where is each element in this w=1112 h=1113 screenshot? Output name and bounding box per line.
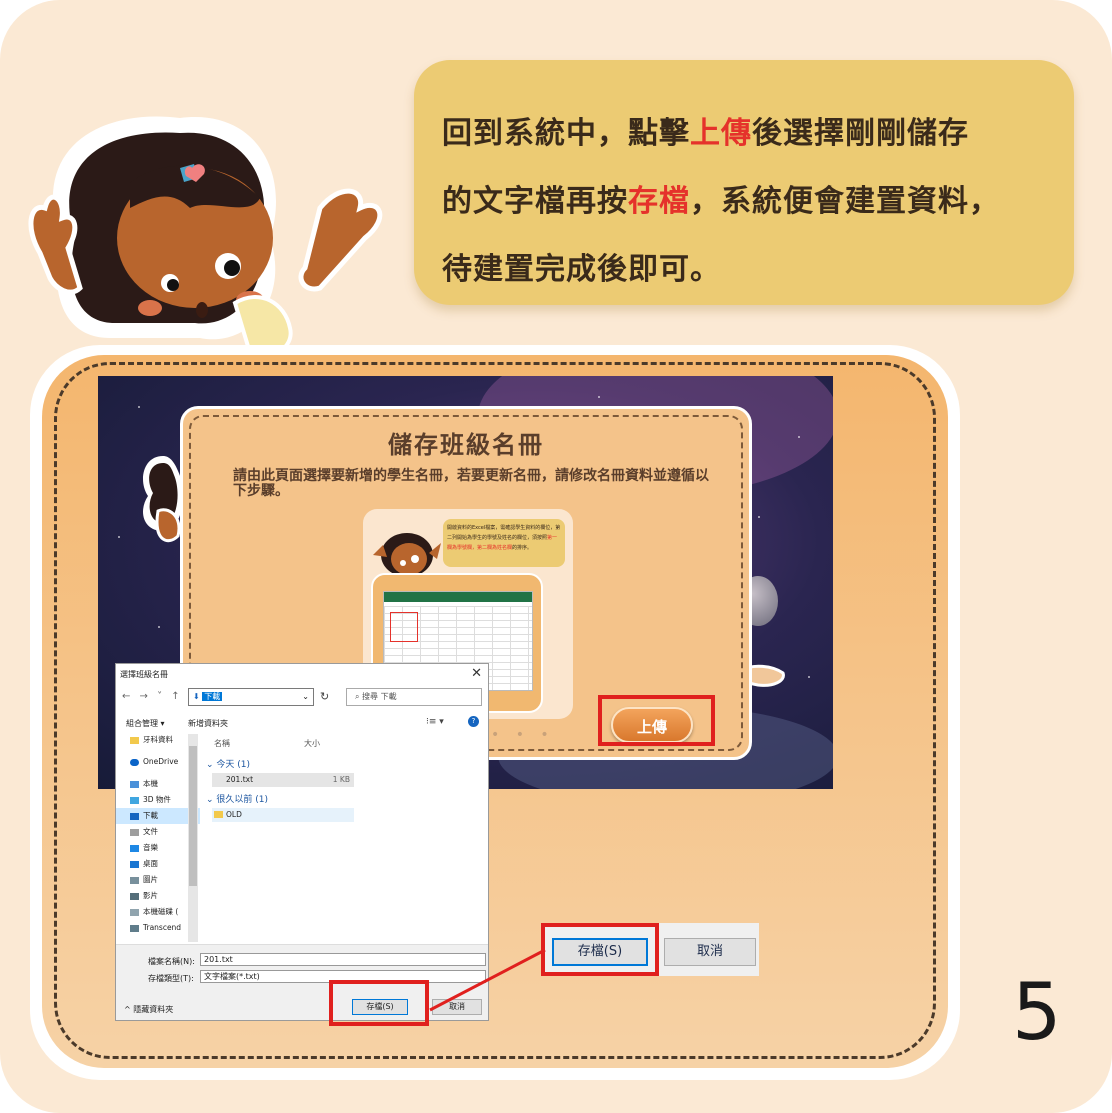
address-bar[interactable]: ⬇ 下載 ⌄: [188, 688, 314, 706]
column-headers: 名稱 大小: [214, 738, 394, 749]
modal-description: 請由此頁面選擇要新增的學生名冊，若要更新名冊，請修改名冊資料並遵循以下步驟。: [233, 468, 709, 499]
close-icon[interactable]: ✕: [471, 666, 482, 681]
keyword-upload: 上傳: [690, 116, 752, 151]
keyword-save: 存檔: [628, 184, 690, 219]
new-folder-button[interactable]: 新增資料夾: [188, 718, 228, 729]
instruction-line-2: 的文字檔再按存檔，系統便會建置資料，: [442, 184, 1000, 219]
zoomed-cancel-button[interactable]: 取消: [664, 938, 756, 966]
view-options-icon[interactable]: ⁝≡ ▾: [426, 717, 444, 727]
column-name[interactable]: 名稱: [214, 738, 304, 749]
girl-illustration: [28, 116, 383, 359]
pagination-dots[interactable]: • • •: [491, 727, 555, 743]
group-long-ago[interactable]: ⌄ 很久以前 (1): [206, 792, 268, 805]
file-item-201-txt[interactable]: 201.txt 1 KB: [212, 773, 354, 787]
folder-item-old[interactable]: OLD: [212, 808, 354, 822]
group-today[interactable]: ⌄ 今天 (1): [206, 757, 250, 770]
filename-label: 檔案名稱(N):: [148, 957, 195, 966]
connector-line: [429, 948, 546, 1012]
instruction-line-1: 回到系統中，點擊上傳後選擇剛剛儲存: [442, 116, 969, 151]
tutorial-bubble: 開啟資料的Excel檔案，需確認學生資料的欄位，第二列開始為學生的學號及姓名的欄…: [443, 519, 565, 567]
dialog-title: 選擇班級名冊: [120, 670, 168, 679]
modal-title: 儲存班級名冊: [388, 431, 544, 459]
instruction-line-3: 待建置完成後即可。: [442, 252, 721, 287]
upload-highlight-box: [598, 695, 715, 746]
organize-button[interactable]: 組合管理 ▾: [126, 718, 165, 729]
refresh-icon[interactable]: ↻: [320, 690, 329, 703]
hide-folders-toggle[interactable]: ^ 隱藏資料夾: [124, 1004, 173, 1015]
filetype-label: 存檔類型(T):: [148, 974, 194, 983]
excel-selection-highlight: [390, 612, 418, 642]
instruction-bubble: 回到系統中，點擊上傳後選擇剛剛儲存 的文字檔再按存檔，系統便會建置資料， 待建置…: [414, 60, 1074, 305]
search-input[interactable]: ⌕ 搜尋 下載: [346, 688, 482, 706]
help-icon[interactable]: ?: [468, 716, 479, 727]
nav-pane-scrollbar[interactable]: [188, 734, 198, 942]
step-number: 5: [1012, 968, 1062, 1058]
nav-arrows[interactable]: ← → ˅ ↑: [122, 691, 183, 702]
column-size[interactable]: 大小: [304, 738, 394, 749]
